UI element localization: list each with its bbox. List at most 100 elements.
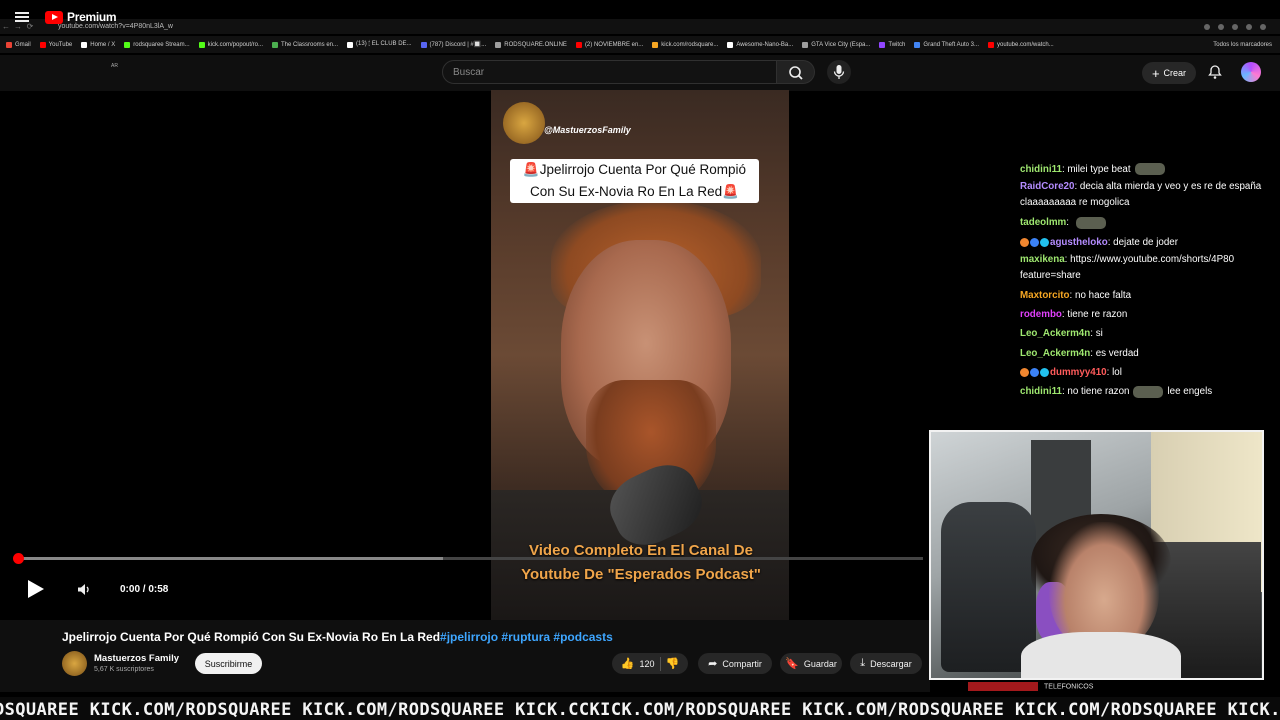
video-overlay-title: 🚨Jpelirrojo Cuenta Por Qué Rompió Con Su… [510,159,759,203]
bookmark-item[interactable]: Awesome-Nano-Ba... [727,41,794,48]
like-divider [659,656,661,671]
bookmarks-bar: Gmail YouTube Home / X rodsquaree Stream...… [0,36,1280,53]
download-label: Descargar [870,658,912,669]
chat-badge-icon [1020,237,1029,247]
chat-emote-icon [1133,385,1164,398]
bookmark-item[interactable]: GTA Vice City (Espa... [802,41,870,48]
bookmark-item[interactable]: Twitch [879,41,905,48]
chat-username[interactable]: agustheloko [1050,237,1108,248]
chat-emote-icon [1075,216,1106,229]
play-icon[interactable] [28,580,44,598]
channel-avatar[interactable] [62,651,87,676]
time-display: 0:00 / 0:58 [120,584,169,595]
chat-username[interactable]: dummyy410 [1050,367,1107,378]
chat-username[interactable]: Leo_Ackerm4n [1020,328,1090,339]
chat-username[interactable]: maxikena [1020,254,1065,265]
chat-username[interactable]: chidini11 [1020,164,1062,175]
chat-text: no hace falta [1075,289,1132,301]
browser-address-bar[interactable]: ← → ⟳ youtube.com/watch?v=4P80nL3lA_w [0,19,1280,34]
chat-username[interactable]: rodembo [1020,309,1062,320]
bookmark-favicon-icon [575,41,582,48]
profile-icon[interactable] [1246,23,1252,30]
video-player[interactable]: @MastuerzosFamily 🚨Jpelirrojo Cuenta Por… [491,90,789,620]
chat-username[interactable]: tadeolmm [1020,217,1066,228]
channel-name[interactable]: Mastuerzos Family [94,653,179,664]
bookmark-label: (13) 🕯 EL CLUB DE... [356,41,412,47]
account-avatar[interactable] [1241,62,1261,82]
like-count[interactable]: 120 [639,659,654,669]
bookmark-favicon-icon [802,41,809,48]
url-text[interactable]: youtube.com/watch?v=4P80nL3lA_w [58,23,173,30]
chat-message: agustheloko: dejate de joder [1020,233,1275,252]
bookmark-item[interactable]: RODSQUARE.ONLINE [495,41,567,48]
bookmark-favicon-icon [124,41,131,48]
download-button[interactable]: ⤓ Descargar [850,653,922,674]
region-code: AR [111,63,118,69]
chat-username[interactable]: chidini11 [1020,386,1062,397]
microphone-icon [833,65,845,79]
video-channel-handle: @MastuerzosFamily [544,125,631,135]
chat-username[interactable]: RaidCore20 [1020,181,1074,192]
chat-text: no tiene razon [1067,386,1130,398]
share-button[interactable]: ➦ Compartir [698,653,772,674]
bookmark-item[interactable]: Gmail [6,41,31,48]
subscribe-button[interactable]: Suscribirme [195,653,262,674]
bookmark-favicon-icon [6,41,12,48]
menu-icon[interactable] [1260,23,1266,30]
extension-icon[interactable] [1218,23,1224,30]
webcam-streamer-shirt [1021,632,1181,678]
bookmark-favicon-icon [81,41,88,48]
bookmark-favicon-icon [272,41,278,48]
search-icon [789,66,803,80]
bookmark-item[interactable]: kick.com/rodsquare... [652,41,718,48]
chat-text: si [1095,328,1103,340]
notifications-bell-icon[interactable] [1207,64,1223,80]
search-button[interactable] [777,60,815,84]
bookmark-item[interactable]: The Classrooms en... [272,41,338,48]
bookmark-item[interactable]: kick.com/popout/ro... [198,41,263,48]
chat-message: dummyy410: lol [1020,363,1275,382]
bookmark-item[interactable]: (2) NOVIEMBRE en... [575,41,643,48]
chat-username[interactable]: Leo_Ackerm4n [1020,348,1090,359]
bookmark-item[interactable]: (787) Discord | #🔲... [420,41,487,48]
bookmark-item[interactable]: (13) 🕯 EL CLUB DE... [347,41,412,48]
bookmark-favicon-icon [652,41,659,48]
below-webcam-banner: TELEFONICOS [968,682,1208,694]
chat-message: Leo_Ackerm4n: es verdad [1020,344,1275,363]
voice-search-button[interactable] [827,60,851,84]
scrubber-handle[interactable] [13,553,24,564]
bookmark-item[interactable]: Grand Theft Auto 3... [914,41,979,48]
bookmark-item[interactable]: Home / X [81,41,115,48]
logo-text: Premium [67,10,117,24]
back-icon[interactable]: ← [0,22,12,31]
bookmark-item[interactable]: youtube.com/watch... [988,41,1054,48]
create-button[interactable]: + Crear [1142,62,1196,84]
chat-username[interactable]: Maxtorcito [1020,290,1070,301]
bookmark-favicon-icon [879,41,886,48]
bookmark-label: (787) Discord | #🔲... [429,42,487,48]
dislike-icon[interactable]: 👎 [666,657,680,670]
search-input[interactable]: Buscar [442,60,777,84]
save-button[interactable]: 🔖 Guardar [780,653,842,674]
like-icon[interactable]: 👍 [621,657,635,670]
bookmark-label: RODSQUARE.ONLINE [504,41,567,48]
video-hashtags[interactable]: #jpelirrojo #ruptura #podcasts [440,630,613,644]
chat-text: es verdad [1095,347,1139,359]
forward-icon[interactable]: → [12,22,24,31]
video-caption: Video Completo En El Canal De Youtube De… [501,539,781,587]
star-icon[interactable] [1232,23,1238,30]
bookmark-item[interactable]: YouTube [39,41,72,48]
youtube-logo[interactable]: Premium [45,10,117,24]
ticker-text: DSQUAREE KICK.COM/RODSQUAREE KICK.COM/RO… [0,700,1280,720]
bookmark-item[interactable]: rodsquaree Stream... [124,41,190,48]
hamburger-menu-icon[interactable] [15,12,29,22]
zoom-icon[interactable] [1204,23,1210,30]
create-label: Crear [1163,68,1187,78]
bookmark-label: Awesome-Nano-Ba... [736,41,794,48]
chat-badge-icon [1040,237,1049,247]
all-bookmarks-button[interactable]: Todos los marcadores [1213,42,1280,48]
volume-icon[interactable] [77,583,91,596]
share-icon: ➦ [708,658,718,670]
reload-icon[interactable]: ⟳ [24,22,36,31]
progress-bar[interactable] [18,557,923,560]
